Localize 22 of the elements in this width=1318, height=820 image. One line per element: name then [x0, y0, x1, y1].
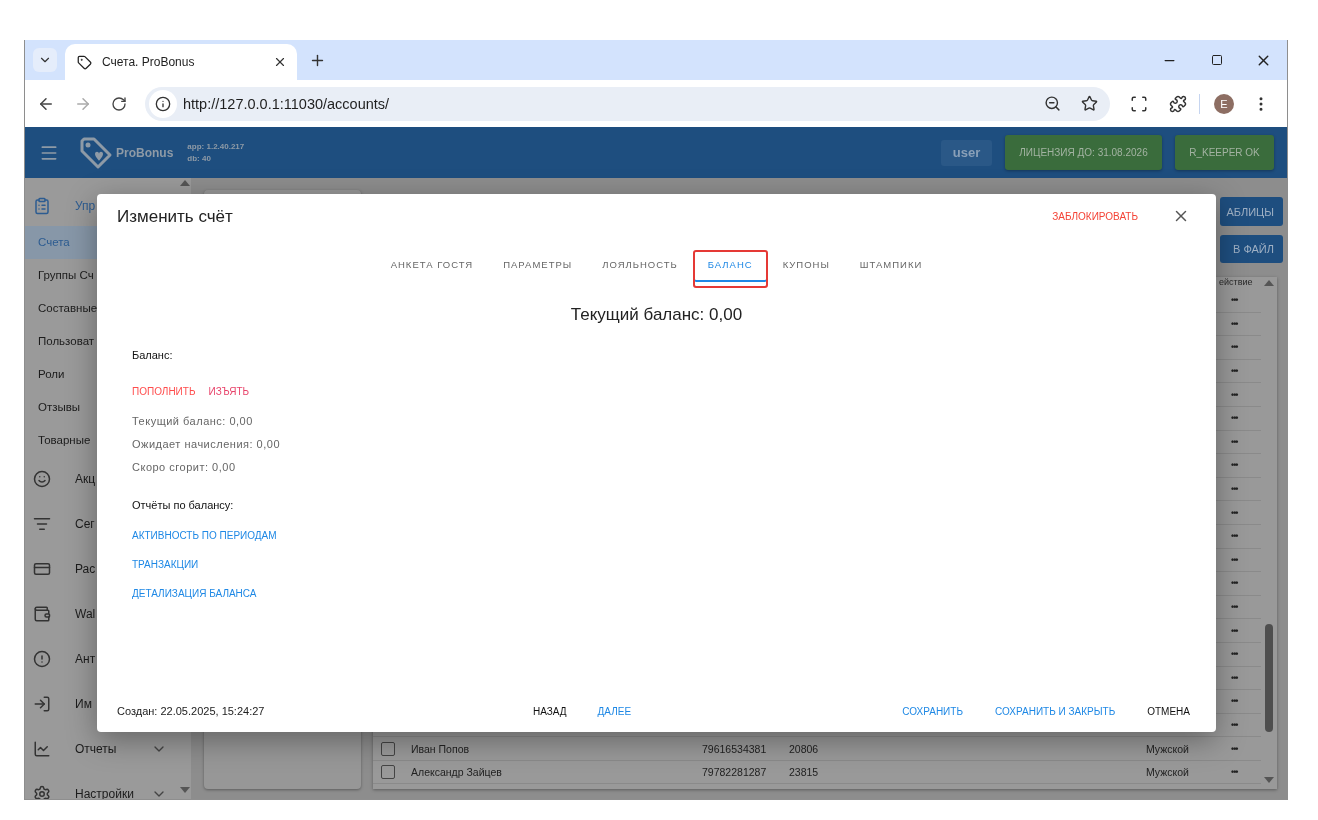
- section-label: Баланс:: [132, 348, 173, 363]
- version-text: db: 40: [187, 154, 212, 163]
- created-text: Создан: 22.05.2025, 15:24:27: [117, 705, 266, 717]
- table-cell-text: Александр Зайцев: [410, 766, 503, 779]
- table-cell-text: 79616534381: [701, 742, 768, 755]
- table-cell-text: Мужской: [1145, 766, 1190, 779]
- dialog-title: Изменить счёт: [117, 206, 234, 228]
- table-cell-text: Иван Попов: [410, 742, 471, 755]
- balance-heading: Текущий баланс: 0,00: [569, 304, 744, 326]
- table-cell-text: 79782281287: [701, 766, 768, 779]
- section-label: Отчёты по балансу:: [132, 498, 234, 513]
- tab-title: Счета. ProBonus: [102, 55, 196, 69]
- table-cell-text: 20806: [788, 742, 820, 755]
- balance-stat: Скоро сгорит: 0,00: [132, 460, 237, 475]
- column-header: ействие: [1219, 277, 1254, 289]
- table-cell-text: 23815: [788, 766, 820, 779]
- url-text: http://127.0.0.1:11030/accounts/: [183, 95, 391, 112]
- table-cell-text: Мужской: [1145, 742, 1190, 755]
- balance-stat: Текущий баланс: 0,00: [132, 414, 254, 429]
- version-text: app: 1.2.40.217: [187, 142, 245, 151]
- balance-stat: Ожидает начисления: 0,00: [132, 437, 280, 452]
- brand-name: ProBonus: [116, 145, 174, 160]
